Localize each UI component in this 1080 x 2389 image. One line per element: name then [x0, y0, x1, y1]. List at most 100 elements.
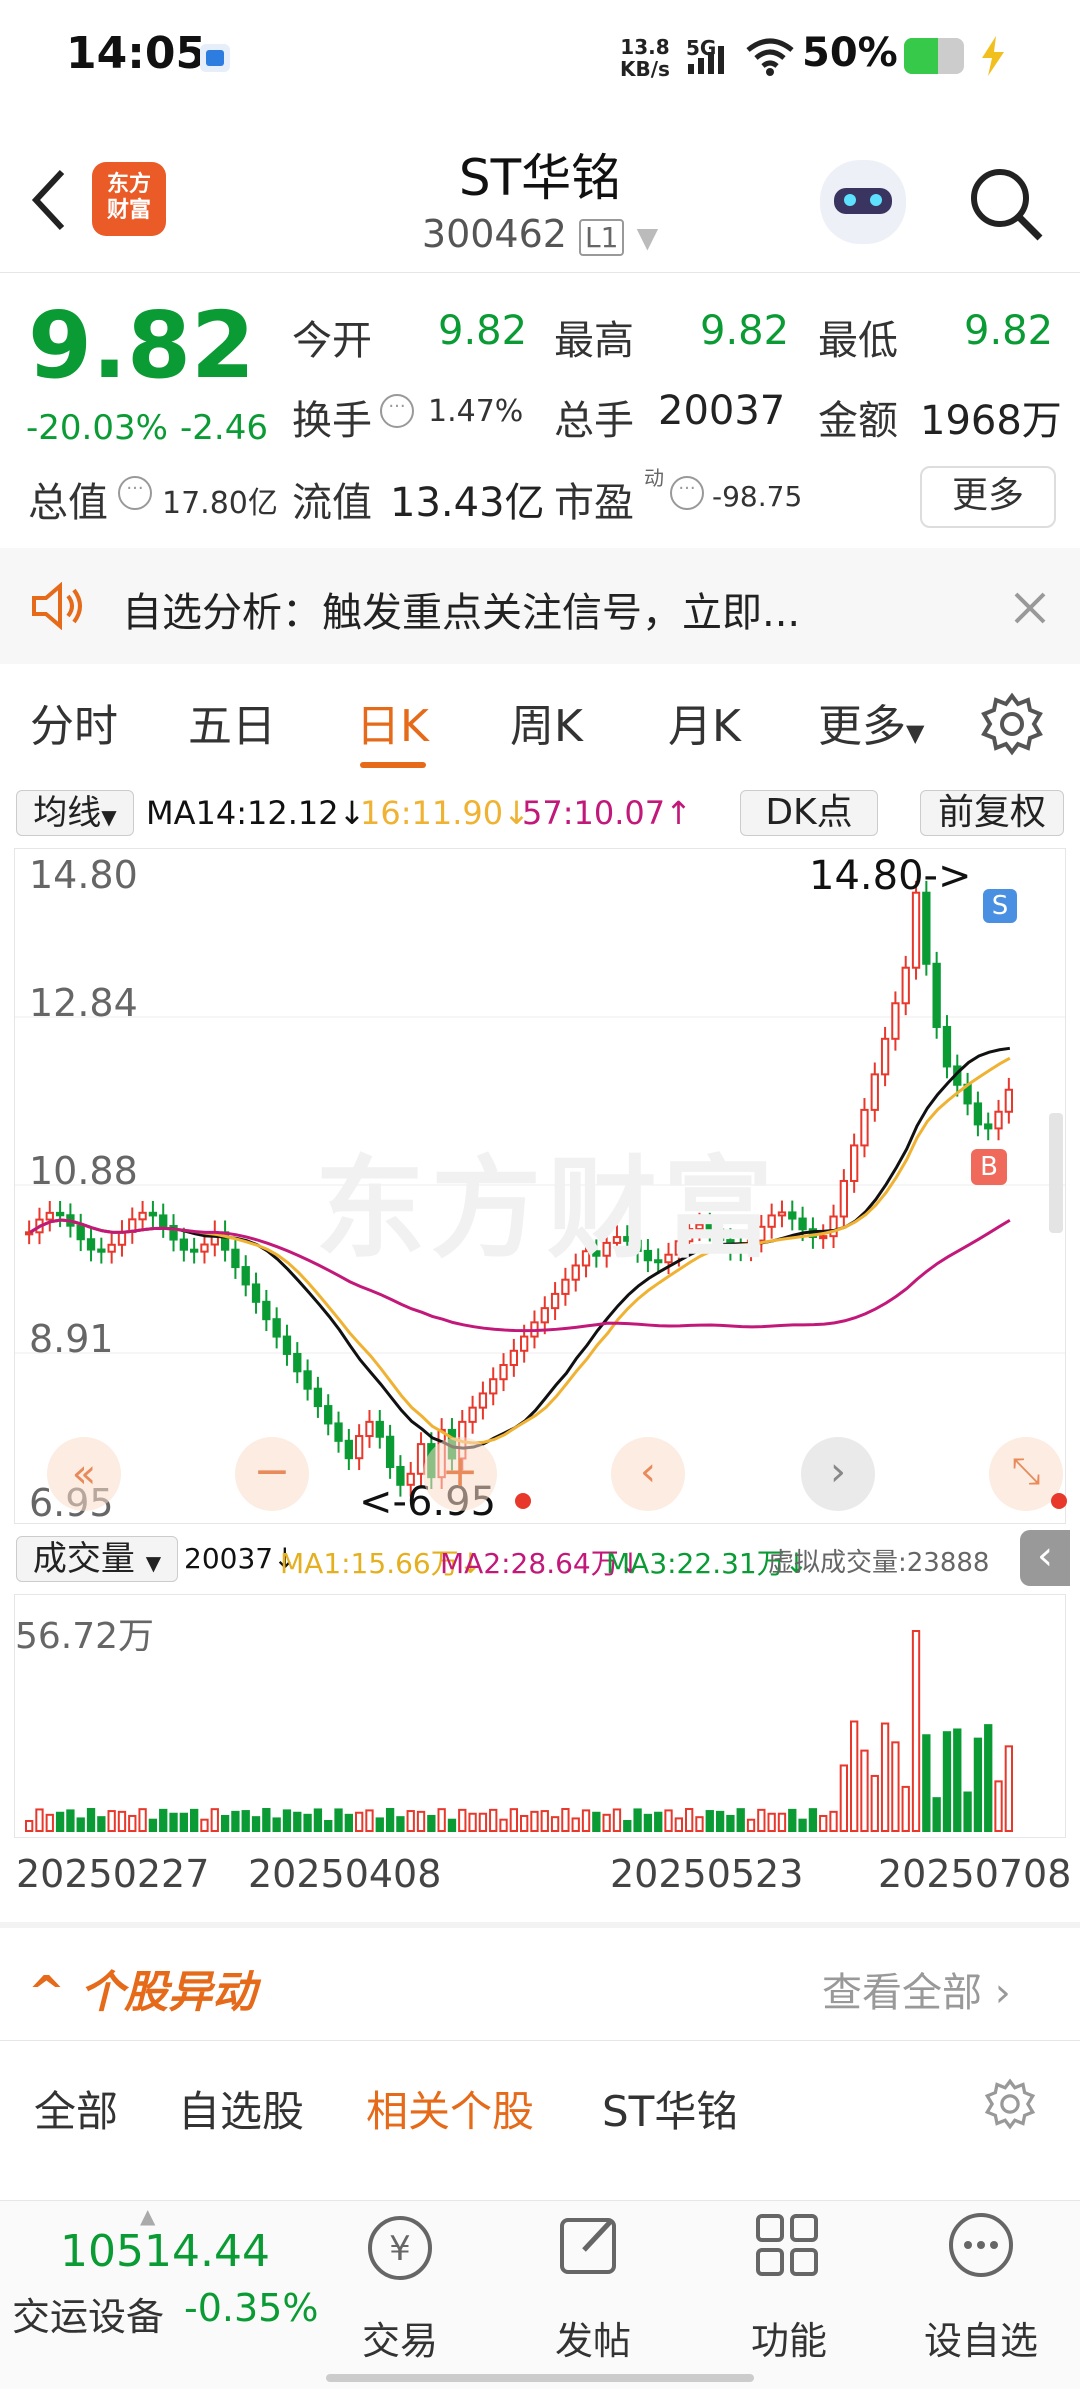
chevron-right-icon: ›: [994, 1970, 1011, 2016]
app-notification-icon: [200, 44, 230, 72]
candle: [478, 1392, 488, 1409]
close-icon[interactable]: [1010, 588, 1050, 628]
candle: [241, 1266, 250, 1286]
volume-indicator-selector[interactable]: 成交量 ▼: [16, 1536, 178, 1582]
volume-bar: [705, 1810, 714, 1832]
ma57-value: 57:10.07↑: [522, 794, 692, 832]
volume-bar: [396, 1816, 405, 1833]
settings-gear-icon[interactable]: [980, 692, 1044, 756]
volume-bar: [695, 1816, 704, 1832]
turnover-value: 1.47%: [428, 394, 524, 429]
volume-bar: [55, 1811, 65, 1833]
next-button[interactable]: ›: [801, 1437, 875, 1511]
movers-tab-related[interactable]: 相关个股: [366, 2078, 534, 2139]
zoom-in-button[interactable]: +: [423, 1437, 497, 1511]
nav-add-watchlist[interactable]: 设自选: [906, 2310, 1056, 2365]
sector-index-value[interactable]: 10514.44: [60, 2226, 270, 2277]
volume-bar: [953, 1728, 962, 1832]
collapse-panel-button[interactable]: ‹: [1020, 1530, 1070, 1586]
info-icon[interactable]: ···: [118, 476, 152, 510]
adjust-button[interactable]: 前复权: [920, 790, 1064, 836]
candle: [375, 1420, 384, 1438]
tab-monthly-k[interactable]: 月K: [668, 690, 741, 754]
candle: [86, 1238, 96, 1251]
functions-grid-icon[interactable]: [752, 2210, 822, 2280]
high-label: 最高: [554, 318, 634, 364]
volume-bar: [210, 1808, 219, 1832]
chart-scrollbar[interactable]: [1049, 1113, 1063, 1233]
candle: [839, 1179, 848, 1218]
candle: [138, 1211, 147, 1221]
candle: [540, 1307, 549, 1324]
search-icon[interactable]: [966, 164, 1046, 244]
assistant-avatar[interactable]: [820, 160, 906, 244]
candle: [509, 1349, 518, 1367]
tab-weekly-k[interactable]: 周K: [510, 690, 583, 754]
expand-arrow-icon[interactable]: ▲: [140, 2204, 155, 2228]
info-icon[interactable]: ···: [670, 476, 704, 510]
sell-signal-badge[interactable]: S: [983, 889, 1017, 923]
post-edit-icon[interactable]: [556, 2210, 626, 2280]
movers-settings-gear-icon[interactable]: [984, 2078, 1036, 2130]
more-button[interactable]: 更多: [920, 466, 1056, 528]
candle: [159, 1214, 168, 1228]
candle: [262, 1300, 271, 1321]
volume-bar: [282, 1809, 292, 1832]
movers-tab-stock[interactable]: ST华铭: [602, 2078, 738, 2139]
volume-bar: [159, 1808, 168, 1832]
candle: [231, 1248, 240, 1269]
change-amount: -2.46: [180, 408, 268, 448]
stock-code[interactable]: 300462 L1 ▼: [0, 212, 1080, 256]
kline-chart[interactable]: 东方财富 14.80 12.84 10.88 8.91 6.95 14.80->…: [14, 848, 1067, 1525]
buy-signal-badge[interactable]: B: [971, 1149, 1007, 1185]
volume-bar: [870, 1774, 879, 1832]
rewind-button[interactable]: «: [47, 1437, 121, 1511]
current-price: 9.82: [28, 292, 255, 399]
nav-functions[interactable]: 功能: [714, 2310, 864, 2365]
tab-more[interactable]: 更多▼: [818, 690, 924, 754]
volume-bar: [850, 1720, 859, 1832]
movers-tab-watchlist[interactable]: 自选股: [178, 2078, 304, 2139]
view-all-link[interactable]: 查看全部 ›: [822, 1960, 1011, 2018]
volume-bar: [200, 1818, 209, 1833]
high-value: 9.82: [700, 308, 790, 354]
candle: [293, 1352, 302, 1373]
volume-bar: [447, 1818, 457, 1833]
movers-tab-all[interactable]: 全部: [34, 2078, 118, 2139]
zoom-out-button[interactable]: −: [235, 1437, 309, 1511]
candle: [984, 1123, 993, 1130]
tab-five-day[interactable]: 五日: [188, 690, 276, 754]
nav-post[interactable]: 发帖: [518, 2310, 668, 2365]
movers-title[interactable]: ^ 个股异动: [28, 1956, 256, 2020]
candle: [355, 1435, 364, 1460]
volume-bar: [540, 1810, 549, 1832]
candle: [994, 1110, 1003, 1130]
tab-intraday[interactable]: 分时: [30, 690, 118, 754]
nav-trade[interactable]: 交易: [325, 2310, 475, 2365]
volume-bar: [530, 1810, 539, 1832]
candle: [344, 1439, 353, 1460]
pe-value: -98.75: [712, 480, 803, 513]
candle: [385, 1435, 395, 1468]
candle: [468, 1406, 477, 1423]
add-watchlist-icon[interactable]: [946, 2210, 1016, 2280]
movers-divider: [0, 2040, 1080, 2041]
dk-point-button[interactable]: DK点: [740, 790, 878, 836]
candle: [922, 891, 931, 965]
notice-banner[interactable]: 自选分析：触发重点关注信号，立即...: [0, 548, 1080, 664]
header-divider: [0, 272, 1080, 273]
volume-bar: [241, 1810, 250, 1833]
volume-bar: [231, 1810, 240, 1833]
volume-bar: [324, 1819, 333, 1833]
trade-yen-icon[interactable]: ¥: [362, 2210, 438, 2286]
volume-chart[interactable]: 56.72万: [14, 1594, 1066, 1838]
candle: [45, 1211, 54, 1221]
tab-daily-k[interactable]: 日K: [356, 690, 429, 754]
previous-button[interactable]: ‹: [611, 1437, 685, 1511]
volume-bar: [509, 1808, 518, 1833]
info-icon[interactable]: ···: [380, 394, 414, 428]
y-tick: 8.91: [29, 1317, 114, 1361]
volume-bar: [891, 1741, 900, 1832]
sector-index-name[interactable]: 交运设备: [12, 2286, 164, 2341]
ma-selector[interactable]: 均线▼: [16, 790, 134, 836]
